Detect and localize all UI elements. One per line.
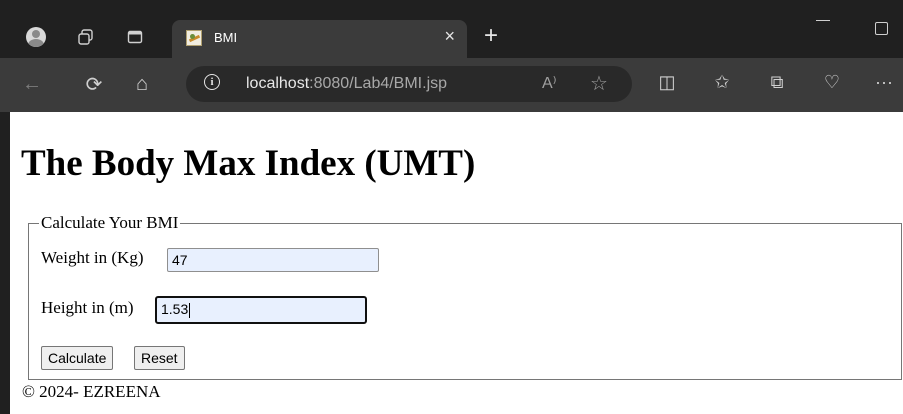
height-value: 1.53 xyxy=(161,301,189,317)
maximize-icon[interactable] xyxy=(875,22,888,35)
read-aloud-icon[interactable]: A⁾ xyxy=(542,73,557,93)
calculate-button[interactable]: Calculate xyxy=(41,346,114,370)
weight-label: Weight in (Kg) xyxy=(41,248,144,267)
close-tab-icon[interactable]: × xyxy=(444,26,455,47)
tab-actions-icon[interactable] xyxy=(126,28,144,46)
collections-icon[interactable]: ⧉ xyxy=(765,72,789,93)
active-tab[interactable]: BMI × xyxy=(172,20,467,58)
url-host: localhost xyxy=(246,75,310,92)
navigation-bar: ← ⟳ ⌂ i localhost:8080/Lab4/BMI.jsp A⁾ ☆… xyxy=(0,58,903,112)
more-icon[interactable]: ··· xyxy=(872,72,896,93)
height-input[interactable]: 1.53 xyxy=(155,296,367,324)
home-icon[interactable]: ⌂ xyxy=(128,70,156,98)
height-label: Height in (m) xyxy=(41,298,134,317)
weight-value: 47 xyxy=(172,252,188,268)
minimize-icon[interactable] xyxy=(816,20,830,21)
page-title: The Body Max Index (UMT) xyxy=(21,143,476,184)
workspaces-icon[interactable] xyxy=(77,28,95,46)
text-caret xyxy=(189,302,191,318)
browser-title-bar: BMI × + xyxy=(0,0,903,58)
add-favorite-icon[interactable]: ☆ xyxy=(590,71,608,96)
back-icon[interactable]: ← xyxy=(18,70,46,98)
site-info-icon[interactable]: i xyxy=(204,74,220,90)
split-screen-icon[interactable]: ◫ xyxy=(655,72,679,93)
weight-input[interactable]: 47 xyxy=(167,248,379,272)
tab-title: BMI xyxy=(214,30,238,45)
browser-essentials-icon[interactable]: ♡ xyxy=(820,72,844,93)
profile-icon[interactable] xyxy=(26,27,46,47)
new-tab-icon[interactable]: + xyxy=(484,22,498,50)
reset-button[interactable]: Reset xyxy=(134,346,185,370)
page-content: The Body Max Index (UMT) Calculate Your … xyxy=(10,112,903,414)
url-text[interactable]: localhost:8080/Lab4/BMI.jsp xyxy=(246,75,447,93)
favicon-icon xyxy=(186,30,202,46)
bmi-fieldset: Calculate Your BMI Weight in (Kg) 47 Hei… xyxy=(28,214,902,380)
reload-icon[interactable]: ⟳ xyxy=(80,70,108,98)
fieldset-legend: Calculate Your BMI xyxy=(41,213,179,232)
url-path: :8080/Lab4/BMI.jsp xyxy=(309,75,448,92)
footer-text: © 2024- EZREENA xyxy=(22,382,161,401)
address-bar[interactable]: i localhost:8080/Lab4/BMI.jsp A⁾ ☆ xyxy=(186,66,632,102)
favorites-icon[interactable]: ✩ xyxy=(710,72,734,93)
